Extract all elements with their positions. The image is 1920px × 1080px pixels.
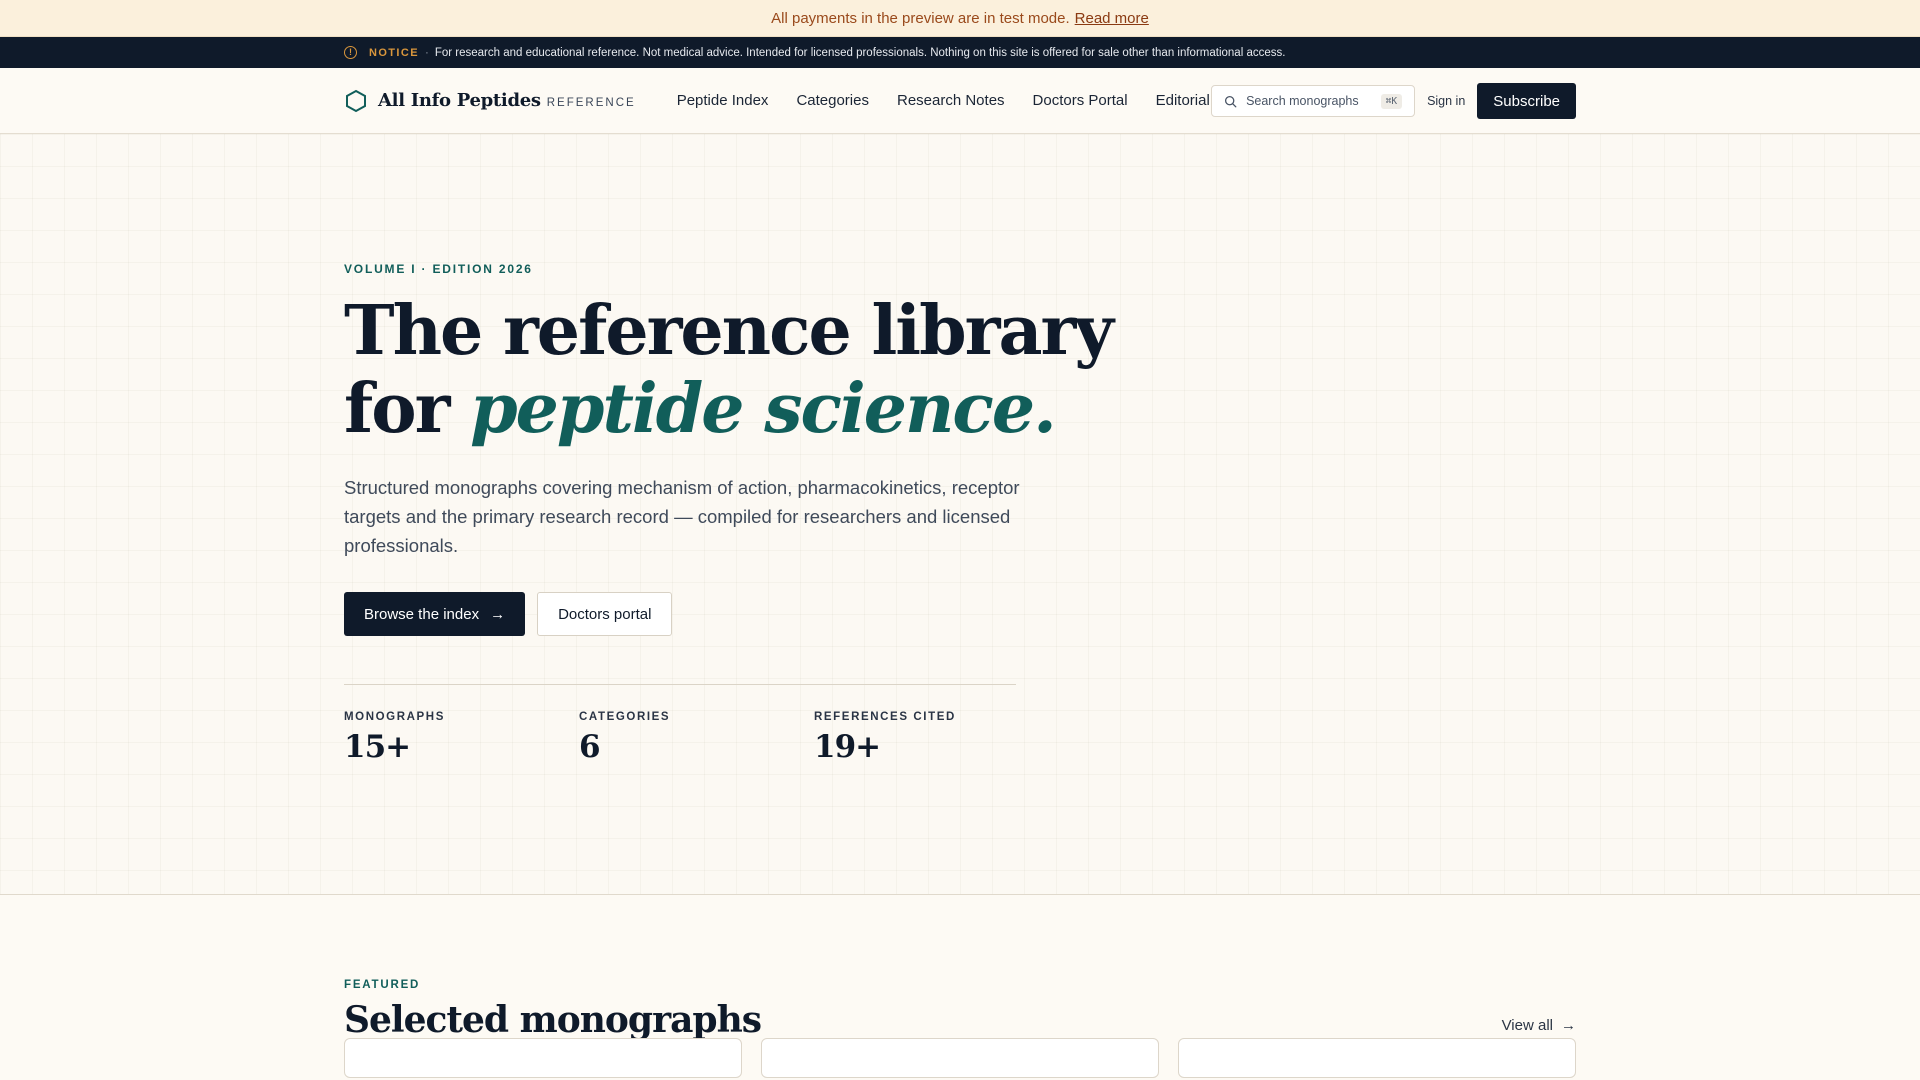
- main-nav: Peptide Index Categories Research Notes …: [677, 92, 1238, 109]
- hero-title-accent: peptide science.: [470, 369, 1057, 449]
- featured-title: Selected monographs: [344, 999, 762, 1041]
- hero-title-line1: The reference library: [344, 291, 1114, 371]
- hero-title-prefix: for: [344, 369, 471, 449]
- arrow-right-icon: →: [490, 605, 506, 623]
- info-icon: !: [344, 46, 357, 59]
- stat-label: MONOGRAPHS: [344, 711, 445, 723]
- notice-bar: ! NOTICE · For research and educational …: [0, 37, 1920, 68]
- search-icon: [1225, 95, 1237, 107]
- hero-divider: [344, 684, 1016, 685]
- brand-name: All Info Peptides: [378, 90, 541, 111]
- nav-categories[interactable]: Categories: [796, 92, 869, 109]
- stat-label: REFERENCES CITED: [814, 711, 956, 723]
- nav-research-notes[interactable]: Research Notes: [897, 92, 1005, 109]
- hero-stats: MONOGRAPHS 15+ CATEGORIES 6 REFERENCES C…: [344, 711, 1049, 765]
- notice-text: For research and educational reference. …: [434, 46, 1286, 59]
- search-input[interactable]: Search monographs ⌘K: [1211, 85, 1416, 117]
- view-all-link[interactable]: View all →: [1502, 1017, 1576, 1034]
- stat-references: REFERENCES CITED 19+: [814, 711, 1049, 765]
- search-shortcut-badge: ⌘K: [1380, 93, 1403, 109]
- nav-editorial[interactable]: Editorial: [1156, 92, 1210, 109]
- arrow-right-icon: →: [1561, 1017, 1576, 1034]
- hero-description: Structured monographs covering mechanism…: [344, 477, 1020, 556]
- view-all-label: View all: [1501, 1017, 1553, 1034]
- notice-separator: ·: [424, 46, 429, 59]
- hero-title: The reference library for peptide scienc…: [344, 291, 1114, 449]
- doctors-portal-button[interactable]: Doctors portal: [537, 592, 673, 636]
- read-more-link[interactable]: Read more: [1075, 10, 1149, 27]
- search-placeholder: Search monographs: [1246, 94, 1359, 108]
- hero-actions: Browse the index → Doctors portal: [344, 592, 673, 636]
- subscribe-button[interactable]: Subscribe: [1477, 83, 1576, 119]
- browse-index-label: Browse the index: [364, 605, 480, 623]
- monograph-card[interactable]: [761, 1038, 1159, 1078]
- stat-value: 19+: [814, 729, 881, 765]
- test-mode-banner: All payments in the preview are in test …: [0, 0, 1920, 37]
- stat-value: 15+: [344, 729, 411, 765]
- monograph-card[interactable]: [1178, 1038, 1576, 1078]
- nav-doctors-portal[interactable]: Doctors Portal: [1033, 92, 1128, 109]
- brand-logo-link[interactable]: All Info Peptides REFERENCE: [344, 89, 636, 113]
- sign-in-link[interactable]: Sign in: [1427, 94, 1465, 108]
- hero-section: VOLUME I · EDITION 2026 The reference li…: [0, 134, 1920, 895]
- brand-tag: REFERENCE: [546, 96, 636, 109]
- browse-index-button[interactable]: Browse the index →: [344, 592, 526, 636]
- notice-label: NOTICE: [369, 46, 419, 59]
- stat-value: 6: [579, 729, 601, 765]
- stat-label: CATEGORIES: [579, 711, 671, 723]
- featured-eyebrow: FEATURED: [344, 979, 421, 991]
- site-header: All Info Peptides REFERENCE Peptide Inde…: [0, 68, 1920, 134]
- stat-categories: CATEGORIES 6: [579, 711, 814, 765]
- test-mode-text: All payments in the preview are in test …: [771, 9, 1070, 27]
- header-actions: Search monographs ⌘K Sign in Subscribe: [1211, 68, 1576, 134]
- monograph-card[interactable]: [344, 1038, 742, 1078]
- stat-monographs: MONOGRAPHS 15+: [344, 711, 579, 765]
- hexagon-logo-icon: [346, 89, 366, 112]
- featured-section: FEATURED Selected monographs View all →: [0, 895, 1920, 1080]
- nav-peptide-index[interactable]: Peptide Index: [677, 92, 769, 109]
- hero-eyebrow: VOLUME I · EDITION 2026: [344, 262, 533, 276]
